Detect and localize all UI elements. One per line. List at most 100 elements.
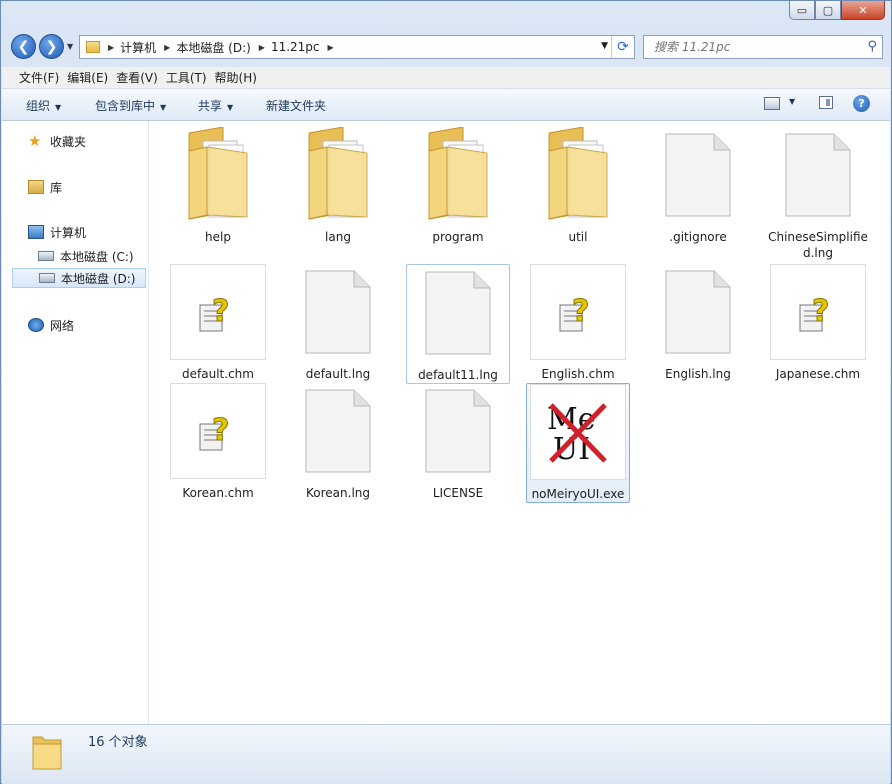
nav-drive-d[interactable]: 本地磁盘 (D:) bbox=[12, 268, 146, 288]
breadcrumb-drive-d[interactable]: 本地磁盘 (D:) bbox=[176, 39, 250, 56]
maximize-button[interactable]: ▢ bbox=[815, 1, 841, 20]
share-label: 共享 bbox=[198, 99, 223, 113]
nav-drive-c[interactable]: 本地磁盘 (C:) bbox=[38, 246, 134, 266]
nav-favorites[interactable]: ★ 收藏夹 bbox=[28, 131, 86, 151]
file-name: ChineseSimplified.lng bbox=[768, 230, 868, 260]
file-name: LICENSE bbox=[432, 486, 484, 500]
nav-favorites-label: 收藏夹 bbox=[50, 134, 87, 149]
menu-help[interactable]: 帮助(H) bbox=[215, 69, 265, 86]
file-item[interactable]: default11.lng bbox=[406, 264, 510, 384]
share-button[interactable]: 共享 ▼ bbox=[198, 97, 233, 114]
file-item[interactable]: help bbox=[166, 127, 270, 245]
chevron-right-icon[interactable]: ▶ bbox=[328, 43, 334, 52]
file-item[interactable]: util bbox=[526, 127, 630, 245]
menu-file[interactable]: 文件(F) bbox=[2, 69, 67, 86]
caret-down-icon: ▼ bbox=[55, 103, 62, 112]
file-item[interactable]: lang bbox=[286, 127, 390, 245]
file-name: default.chm bbox=[182, 367, 254, 381]
file-name: Korean.lng bbox=[306, 486, 370, 500]
file-item[interactable]: program bbox=[406, 127, 510, 245]
search-box[interactable]: ⚲ bbox=[643, 35, 883, 59]
nav-libraries[interactable]: 库 bbox=[28, 177, 62, 197]
file-item[interactable]: .gitignore bbox=[646, 127, 750, 245]
file-item[interactable]: ? Korean.chm bbox=[166, 383, 270, 501]
chevron-right-icon[interactable]: ▶ bbox=[108, 43, 114, 52]
folder-icon bbox=[530, 127, 626, 223]
file-name: English.lng bbox=[665, 367, 731, 381]
navigation-pane: ★ 收藏夹 库 计算机 本地磁盘 (C:) 本地磁盘 (D:) 网络 bbox=[2, 121, 149, 724]
details-pane: 16 个对象 bbox=[2, 724, 890, 784]
star-icon: ★ bbox=[28, 132, 42, 150]
menu-view[interactable]: 查看(V) bbox=[116, 69, 166, 86]
forward-button[interactable]: ❯ bbox=[39, 34, 64, 59]
command-bar: 组织 ▼ 包含到库中 ▼ 共享 ▼ 新建文件夹 ▼ ? bbox=[2, 89, 890, 121]
file-name: Japanese.chm bbox=[775, 367, 861, 381]
file-item[interactable]: ChineseSimplified.lng bbox=[766, 127, 870, 261]
explorer-window: ▭ ▢ ✕ ❮ ❯ ▼ ▶ 计算机 ▶ 本地磁盘 (D:) ▶ 11.21pc … bbox=[0, 0, 892, 784]
file-icon bbox=[290, 264, 386, 360]
file-item[interactable]: default.lng bbox=[286, 264, 390, 382]
search-input[interactable] bbox=[652, 39, 856, 55]
chevron-right-icon[interactable]: ▶ bbox=[164, 43, 170, 52]
refresh-icon[interactable]: ⟳ bbox=[611, 36, 634, 58]
file-icon bbox=[650, 264, 746, 360]
svg-text:?: ? bbox=[212, 413, 229, 448]
file-name: util bbox=[568, 230, 588, 244]
file-item[interactable]: ? English.chm bbox=[526, 264, 630, 382]
chevron-right-icon[interactable]: ▶ bbox=[259, 43, 265, 52]
folder-icon bbox=[410, 127, 506, 223]
svg-text:?: ? bbox=[212, 294, 229, 329]
help-file-icon: ? bbox=[170, 264, 266, 360]
minimize-button[interactable]: ▭ bbox=[789, 1, 815, 20]
help-icon[interactable]: ? bbox=[853, 95, 870, 112]
help-file-icon: ? bbox=[170, 383, 266, 479]
computer-icon bbox=[28, 225, 44, 239]
file-item[interactable]: LICENSE bbox=[406, 383, 510, 501]
nav-drive-d-label: 本地磁盘 (D:) bbox=[61, 271, 136, 286]
breadcrumb-computer[interactable]: 计算机 bbox=[120, 39, 156, 56]
library-icon bbox=[28, 180, 44, 194]
app-icon: Me UI bbox=[530, 384, 626, 480]
file-name: .gitignore bbox=[669, 230, 727, 244]
organize-button[interactable]: 组织 ▼ bbox=[26, 97, 61, 114]
menu-edit[interactable]: 编辑(E) bbox=[67, 69, 116, 86]
nav-network-label: 网络 bbox=[50, 318, 75, 333]
file-name: English.chm bbox=[541, 367, 615, 381]
svg-text:?: ? bbox=[812, 294, 829, 329]
nav-network[interactable]: 网络 bbox=[28, 315, 74, 335]
file-item[interactable]: Korean.lng bbox=[286, 383, 390, 501]
breadcrumb-current-folder[interactable]: 11.21pc bbox=[271, 40, 320, 54]
view-dropdown-caret-icon[interactable]: ▼ bbox=[789, 97, 795, 106]
back-button[interactable]: ❮ bbox=[11, 34, 36, 59]
folder-icon bbox=[170, 127, 266, 223]
nav-computer[interactable]: 计算机 bbox=[28, 222, 86, 242]
help-file-icon: ? bbox=[530, 264, 626, 360]
address-bar[interactable]: ▶ 计算机 ▶ 本地磁盘 (D:) ▶ 11.21pc ▶ ▼ ⟳ bbox=[79, 35, 635, 59]
file-item[interactable]: English.lng bbox=[646, 264, 750, 382]
item-count: 16 个对象 bbox=[88, 735, 148, 750]
include-library-label: 包含到库中 bbox=[95, 99, 156, 113]
include-in-library-button[interactable]: 包含到库中 ▼ bbox=[95, 97, 166, 114]
search-icon[interactable]: ⚲ bbox=[867, 39, 877, 54]
folder-icon bbox=[32, 736, 62, 770]
new-folder-button[interactable]: 新建文件夹 bbox=[266, 97, 326, 114]
svg-text:?: ? bbox=[572, 294, 589, 329]
menu-tools[interactable]: 工具(T) bbox=[166, 69, 215, 86]
caret-down-icon: ▼ bbox=[227, 103, 234, 112]
file-item[interactable]: ? default.chm bbox=[166, 264, 270, 382]
preview-pane-icon[interactable] bbox=[819, 96, 833, 109]
scrollbar[interactable] bbox=[880, 121, 890, 724]
file-icon bbox=[410, 383, 506, 479]
recent-pages-dropdown[interactable]: ▼ bbox=[67, 42, 73, 51]
file-name: default.lng bbox=[305, 367, 371, 381]
file-item[interactable]: ? Japanese.chm bbox=[766, 264, 870, 382]
address-history-dropdown[interactable]: ▼ bbox=[601, 41, 608, 51]
view-options-icon[interactable] bbox=[764, 97, 780, 110]
caption-buttons: ▭ ▢ ✕ bbox=[789, 1, 885, 20]
file-item[interactable]: Me UI noMeiryoUI.exe bbox=[526, 383, 630, 503]
file-icon bbox=[770, 127, 866, 223]
close-button[interactable]: ✕ bbox=[841, 1, 885, 20]
caret-down-icon: ▼ bbox=[160, 103, 167, 112]
organize-label: 组织 bbox=[26, 99, 51, 113]
network-icon bbox=[28, 318, 44, 332]
